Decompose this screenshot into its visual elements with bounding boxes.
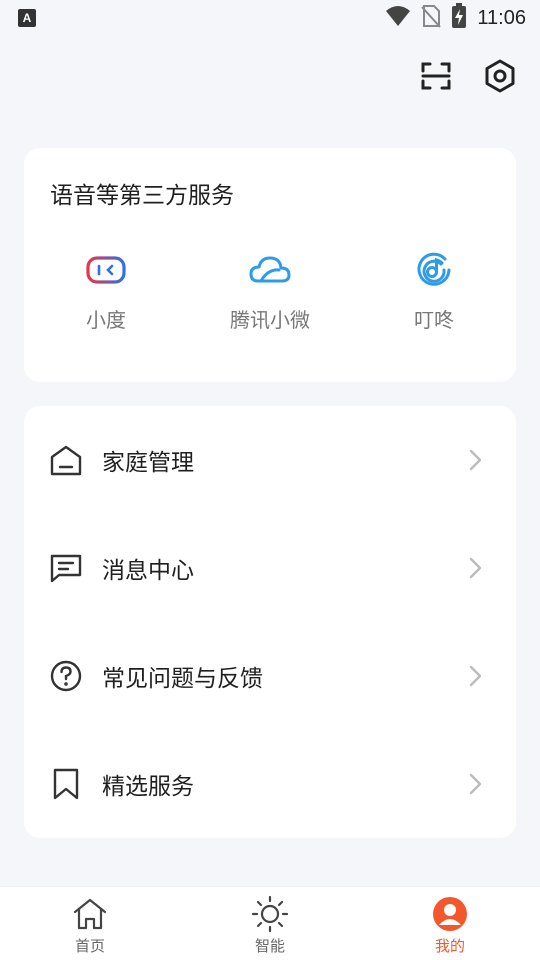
profile-icon [431,895,469,933]
xiaodu-icon [84,248,128,292]
menu-item-featured-services[interactable]: 精选服务 [24,730,516,838]
menu-item-home-manage[interactable]: 家庭管理 [24,406,516,514]
bottom-tab-bar: 首页 智能 我的 [0,886,540,960]
voice-service-tencent-xiaowei[interactable]: 腾讯小微 [188,248,352,333]
home-icon [71,895,109,933]
tab-mine[interactable]: 我的 [360,887,540,960]
chevron-right-icon [466,556,486,580]
chevron-right-icon [466,448,486,472]
notification-a-icon: A [18,9,36,27]
scan-button[interactable] [418,58,454,98]
wifi-icon [385,5,411,31]
menu-card: 家庭管理 消息中心 常见问题与反馈 精选服务 [24,406,516,838]
voice-service-label: 腾讯小微 [230,308,310,332]
voice-service-xiaodu[interactable]: 小度 [24,248,188,333]
voice-services-list: 小度 腾讯小微 叮咚 [24,248,516,333]
menu-item-label: 常见问题与反馈 [102,666,263,692]
tencent-xiaowei-icon [248,248,292,292]
voice-service-label: 小度 [86,308,126,332]
chevron-right-icon [466,664,486,688]
tab-label: 我的 [434,937,465,955]
voice-service-label: 叮咚 [414,308,454,332]
tab-home[interactable]: 首页 [0,887,180,960]
tab-smart[interactable]: 智能 [180,887,360,960]
tab-label: 智能 [254,937,285,955]
voice-services-title: 语音等第三方服务 [50,183,234,209]
settings-button[interactable] [482,58,518,98]
status-time: 11:06 [477,6,526,29]
message-icon [48,550,84,586]
bookmark-icon [48,766,84,802]
settings-icon [484,59,516,97]
no-sim-icon [421,4,442,32]
voice-services-card: 语音等第三方服务 小度 腾讯小微 叮咚 [24,148,516,382]
menu-item-messages[interactable]: 消息中心 [24,514,516,622]
status-bar: A 11:06 [0,0,540,36]
menu-item-label: 精选服务 [102,774,194,800]
voice-service-dingdong[interactable]: 叮咚 [352,248,516,333]
menu-item-label: 消息中心 [102,558,194,584]
battery-charging-icon [451,3,467,33]
menu-item-faq-feedback[interactable]: 常见问题与反馈 [24,622,516,730]
dingdong-icon [412,248,456,292]
home-manage-icon [48,442,84,478]
top-actions [418,58,518,98]
chevron-right-icon [466,772,486,796]
tab-label: 首页 [74,937,105,955]
help-icon [48,658,84,694]
sun-icon [251,895,289,933]
scan-icon [421,61,451,95]
menu-item-label: 家庭管理 [102,450,194,476]
